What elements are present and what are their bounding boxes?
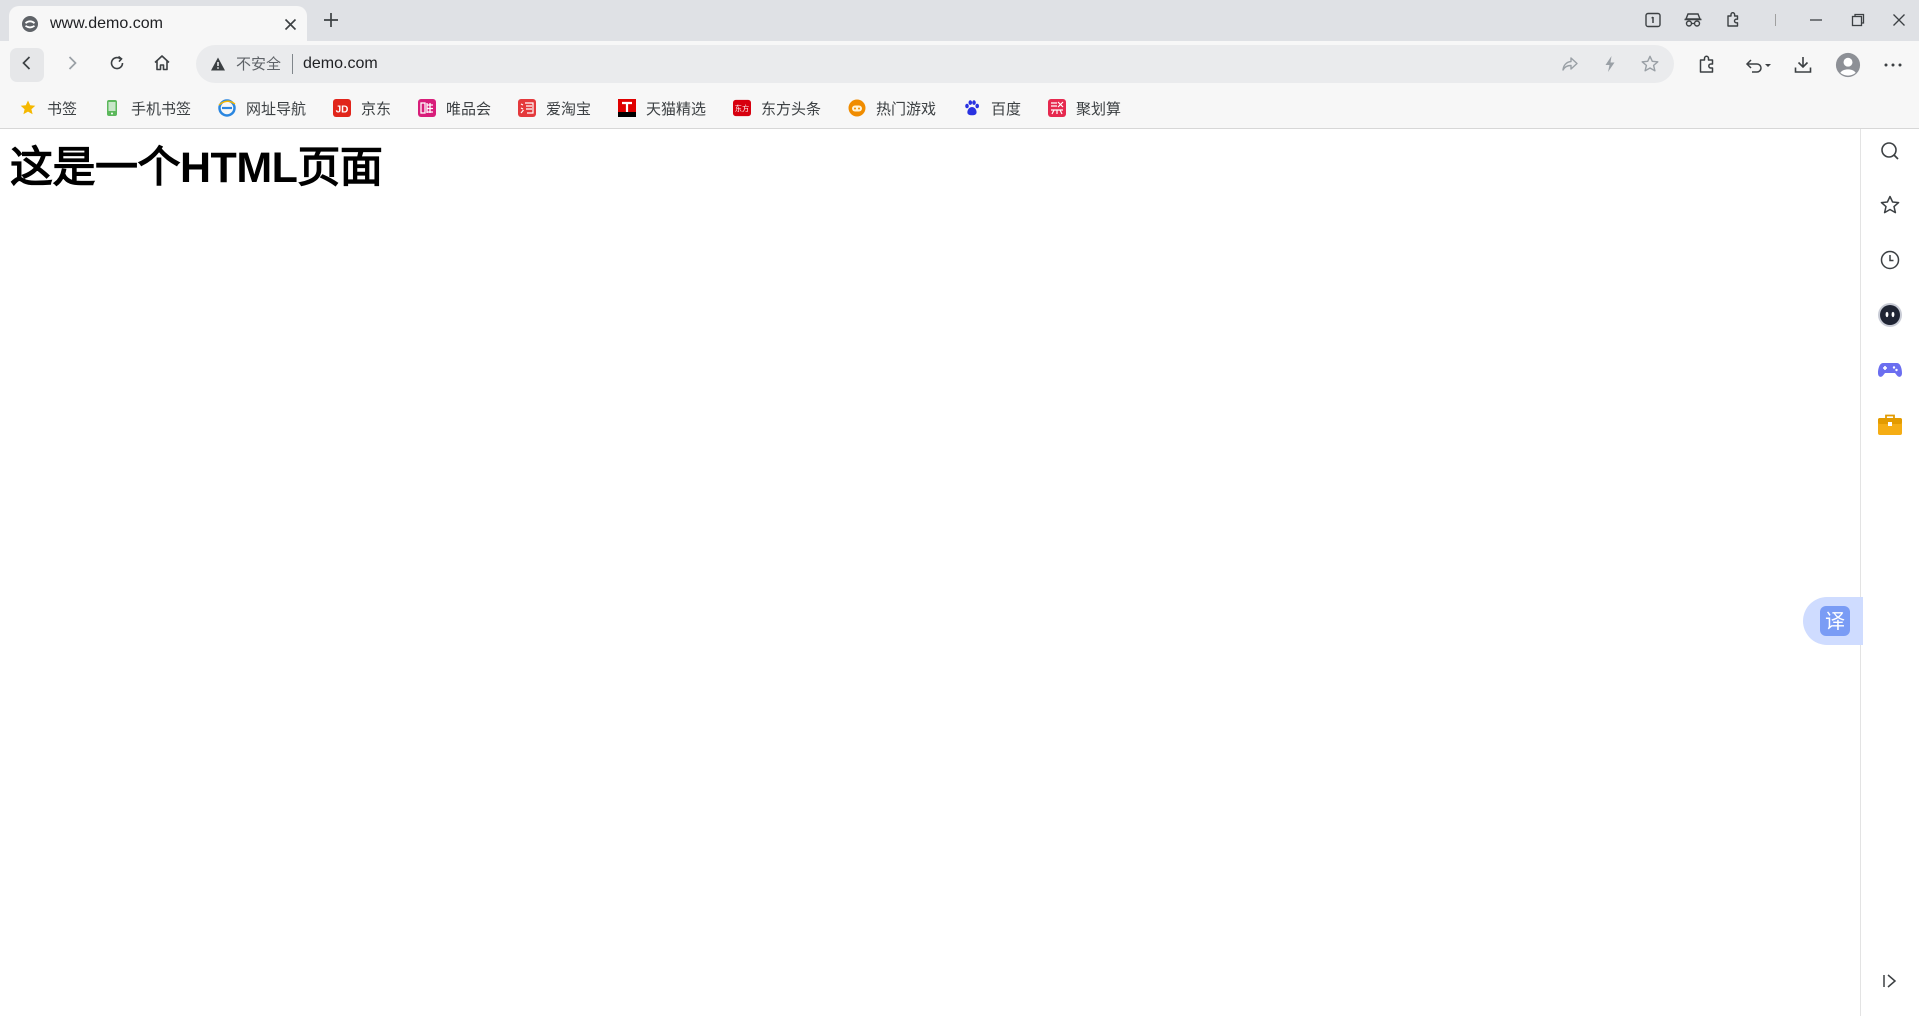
history-clock-icon[interactable] [1877,247,1903,273]
bookmark-item[interactable]: 爱淘宝 [518,96,591,120]
juhuasuan-icon [1048,99,1066,117]
tab-title: www.demo.com [50,15,163,32]
reading-mode-icon[interactable] [1642,9,1664,31]
back-button[interactable] [10,48,44,82]
dongfang-icon: 东方 [733,99,751,117]
bookmark-label: 热门游戏 [876,100,937,118]
lightning-icon[interactable] [1600,54,1620,74]
bookmark-label: 爱淘宝 [546,100,592,118]
star-icon [19,99,37,117]
forward-button[interactable] [55,48,89,82]
bookmark-label: 天猫精选 [646,100,707,118]
page-heading: 这是一个HTML页面 [10,144,383,192]
vip-icon [418,99,436,117]
address-bar[interactable]: 不安全 demo.com [196,45,1674,83]
collapse-sidebar-icon[interactable] [1877,968,1903,994]
minimize-icon[interactable] [1805,9,1827,31]
game-hot-icon [848,99,866,117]
ie-nav-icon [218,99,236,117]
browser-window: www.demo.com 不安全 demo.com 书签 手机书签 网址导航 J… [0,0,1919,1016]
bookmark-label: 唯品会 [446,100,492,118]
translate-button[interactable]: 译 [1803,597,1863,645]
svg-text:JD: JD [336,105,349,116]
undo-icon[interactable] [1742,52,1776,78]
home-icon [152,53,172,78]
taobao-icon [518,99,536,117]
navigation-toolbar: 不安全 demo.com [0,41,1919,88]
right-sidebar [1860,129,1919,1016]
favorites-star-icon[interactable] [1877,192,1903,218]
translate-icon: 译 [1820,606,1850,636]
bookmark-item[interactable]: 网址导航 [218,96,306,120]
tab-close-icon[interactable] [282,16,298,32]
tab-active[interactable]: www.demo.com [9,6,307,41]
close-window-icon[interactable] [1888,9,1910,31]
bookmark-label: 百度 [991,100,1022,118]
home-button[interactable] [145,48,179,82]
bookmark-item[interactable]: 天猫精选 [618,96,706,120]
share-icon[interactable] [1560,54,1580,74]
svg-text:东方: 东方 [735,104,749,113]
reload-button[interactable] [100,48,134,82]
bookmark-item[interactable]: 百度 [963,96,1021,120]
extensions-puzzle-icon[interactable] [1722,9,1744,31]
bookmark-item[interactable]: 手机书签 [103,96,191,120]
bookmark-label: 聚划算 [1076,100,1122,118]
new-tab-button[interactable] [320,9,342,31]
star-icon[interactable] [1640,54,1660,74]
bookmark-item[interactable]: JD 京东 [333,96,391,120]
more-icon[interactable] [1880,52,1906,78]
bookmark-label: 京东 [361,100,392,118]
toolbox-icon[interactable] [1877,412,1903,438]
gamepad-icon[interactable] [1877,357,1903,383]
bookmark-item[interactable]: 唯品会 [418,96,491,120]
url-text[interactable]: demo.com [303,55,378,73]
extensions-icon[interactable] [1694,52,1720,78]
bookmarks-bar: 书签 手机书签 网址导航 JD 京东 唯品会 爱淘宝 天猫精选 东方 东方头条 … [0,88,1919,129]
profile-avatar-icon[interactable] [1835,52,1861,78]
titlebar-divider [1769,9,1781,31]
incognito-icon[interactable] [1682,9,1704,31]
tmall-icon [618,99,636,117]
download-icon[interactable] [1790,52,1816,78]
browser-e-icon [21,15,39,33]
forward-icon [63,54,81,77]
bookmark-label: 东方头条 [761,100,822,118]
security-label[interactable]: 不安全 [236,56,281,73]
bookmark-label: 网址导航 [246,100,307,118]
phone-bookmark-icon [103,99,121,117]
bookmark-label: 书签 [47,100,78,118]
search-icon[interactable] [1877,138,1903,164]
bookmark-item[interactable]: 热门游戏 [848,96,936,120]
warning-icon[interactable] [210,56,226,72]
bookmark-label: 手机书签 [131,100,192,118]
bookmark-item[interactable]: 东方 东方头条 [733,96,821,120]
bookmark-item[interactable]: 书签 [19,96,77,120]
back-icon [18,54,36,77]
tab-strip: www.demo.com [0,0,1919,41]
bookmark-item[interactable]: 聚划算 [1048,96,1121,120]
restore-icon[interactable] [1847,9,1869,31]
reload-icon [108,54,126,77]
page-viewport: 这是一个HTML页面 [0,129,1860,1016]
jd-icon: JD [333,99,351,117]
omnibox-divider [292,54,293,74]
ai-bot-icon[interactable] [1877,302,1903,328]
baidu-paw-icon [963,99,981,117]
